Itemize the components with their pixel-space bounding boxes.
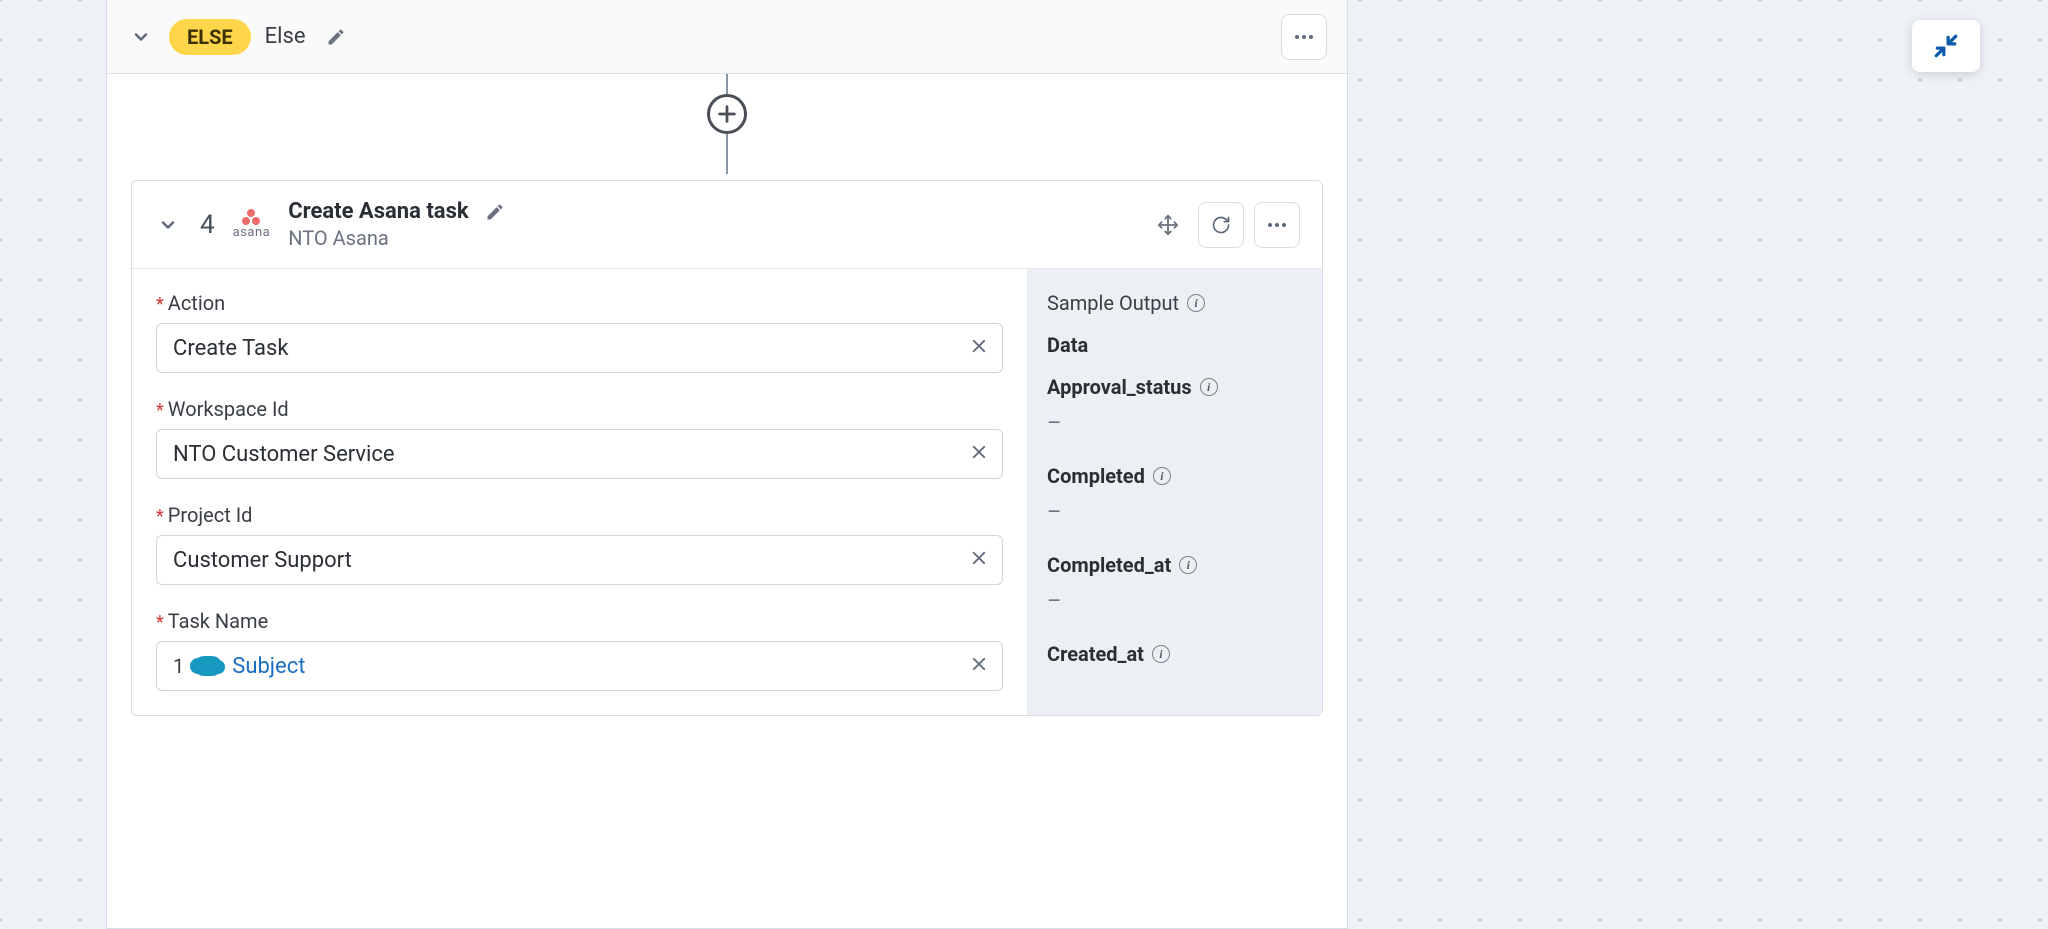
output-completed-value: – xyxy=(1047,500,1302,525)
info-icon[interactable]: i xyxy=(1152,645,1170,663)
action-input[interactable]: Create Task xyxy=(156,323,1003,373)
step-title: Create Asana task xyxy=(288,199,468,224)
output-group-data: Data xyxy=(1047,333,1302,357)
step-header: 4 asana Create Asana task NTO Asana xyxy=(132,181,1322,269)
step-subtitle: NTO Asana xyxy=(288,226,504,250)
salesforce-icon xyxy=(194,656,222,676)
project-label: Project Id xyxy=(168,503,253,527)
clear-task-name-icon[interactable] xyxy=(970,655,988,677)
step-more-button[interactable] xyxy=(1254,202,1300,248)
field-task-name: *Task Name 1 Subject xyxy=(156,609,1003,691)
collapse-else-icon[interactable] xyxy=(127,23,155,51)
field-project: *Project Id Customer Support xyxy=(156,503,1003,585)
clear-workspace-icon[interactable] xyxy=(970,443,988,465)
project-input[interactable]: Customer Support xyxy=(156,535,1003,585)
field-action: *Action Create Task xyxy=(156,291,1003,373)
move-step-icon[interactable] xyxy=(1148,205,1188,245)
output-created-at-label: Created_at xyxy=(1047,642,1144,666)
sample-output-title: Sample Output xyxy=(1047,291,1179,315)
clear-project-icon[interactable] xyxy=(970,549,988,571)
output-completed-at-value: – xyxy=(1047,589,1302,614)
info-icon[interactable]: i xyxy=(1153,467,1171,485)
workspace-label: Workspace Id xyxy=(168,397,289,421)
add-step-button[interactable] xyxy=(707,94,747,134)
step-number: 4 xyxy=(200,210,215,240)
info-icon[interactable]: i xyxy=(1200,378,1218,396)
token-subject[interactable]: Subject xyxy=(232,654,305,679)
else-more-button[interactable] xyxy=(1281,14,1327,60)
output-approval-status-label: Approval_status xyxy=(1047,375,1192,399)
refresh-step-button[interactable] xyxy=(1198,202,1244,248)
else-badge: ELSE xyxy=(169,19,251,55)
task-name-input[interactable]: 1 Subject xyxy=(156,641,1003,691)
step-config-form: *Action Create Task *Workspace Id NTO Cu… xyxy=(132,269,1027,715)
collapse-step-icon[interactable] xyxy=(154,211,182,239)
collapse-canvas-button[interactable] xyxy=(1912,20,1980,72)
flow-canvas: ELSE Else 4 asana xyxy=(106,0,1348,929)
output-completed-at-label: Completed_at xyxy=(1047,553,1171,577)
else-label: Else xyxy=(265,24,306,49)
action-label: Action xyxy=(168,291,225,315)
workspace-input[interactable]: NTO Customer Service xyxy=(156,429,1003,479)
info-icon[interactable]: i xyxy=(1179,556,1197,574)
task-name-label: Task Name xyxy=(168,609,268,633)
asana-logo-icon: asana xyxy=(233,209,271,240)
edit-step-icon[interactable] xyxy=(485,202,505,222)
edit-else-icon[interactable] xyxy=(326,27,346,47)
clear-action-icon[interactable] xyxy=(970,337,988,359)
sample-output-info-icon[interactable]: i xyxy=(1187,294,1205,312)
field-workspace: *Workspace Id NTO Customer Service xyxy=(156,397,1003,479)
flow-connector xyxy=(707,74,747,174)
output-approval-status-value: – xyxy=(1047,411,1302,436)
sample-output-panel: Sample Output i Data Approval_statusi – … xyxy=(1027,269,1322,715)
step-card: 4 asana Create Asana task NTO Asana xyxy=(131,180,1323,716)
output-completed-label: Completed xyxy=(1047,464,1145,488)
else-branch-header: ELSE Else xyxy=(107,0,1347,74)
token-index: 1 xyxy=(173,654,184,678)
